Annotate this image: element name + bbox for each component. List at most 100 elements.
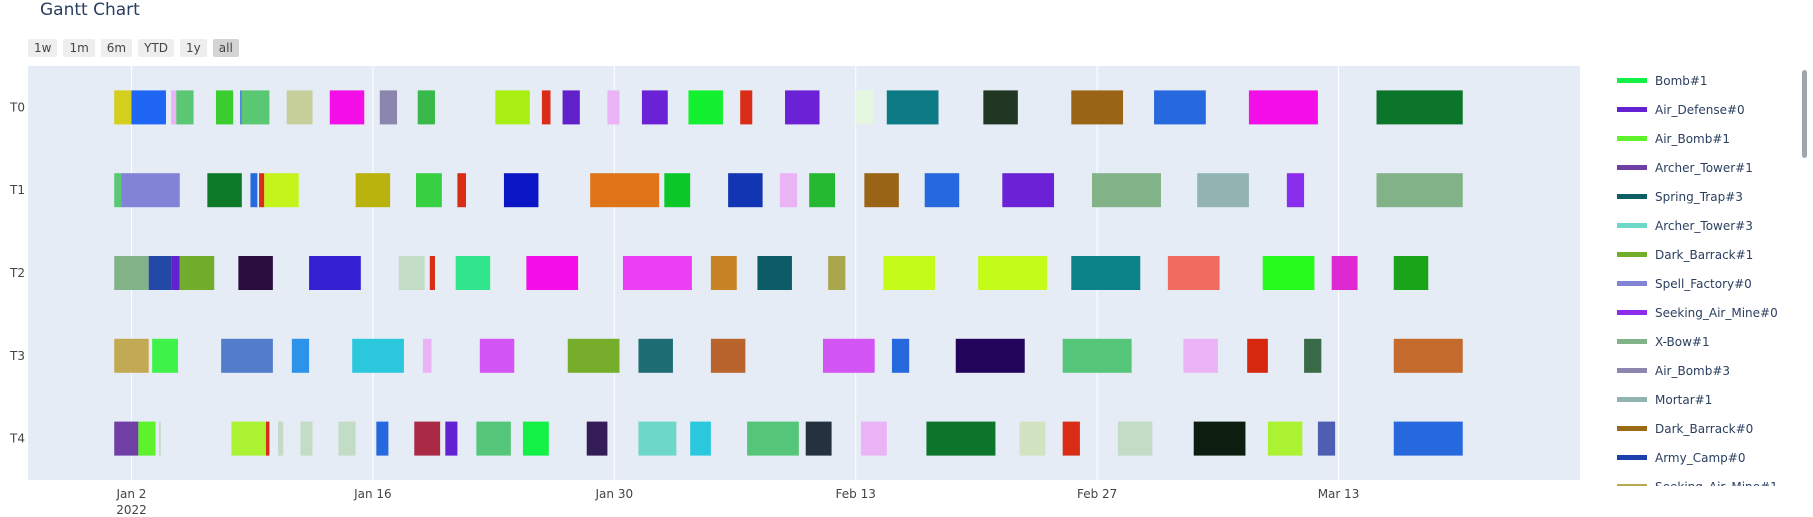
task-bar[interactable] <box>1393 338 1463 373</box>
task-bar[interactable] <box>376 421 389 456</box>
task-bar[interactable] <box>264 173 299 208</box>
task-bar[interactable] <box>416 173 442 208</box>
task-bar[interactable] <box>864 173 899 208</box>
task-bar[interactable] <box>978 256 1048 290</box>
task-bar[interactable] <box>355 173 391 208</box>
task-bar[interactable] <box>1286 173 1305 208</box>
task-bar[interactable] <box>338 421 356 456</box>
legend-item[interactable]: X-Bow#1 <box>1615 327 1805 356</box>
task-bar[interactable] <box>638 338 673 373</box>
task-bar[interactable] <box>171 256 180 290</box>
task-bar[interactable] <box>138 421 156 456</box>
task-bar[interactable] <box>1376 90 1463 125</box>
task-bar[interactable] <box>1117 421 1153 456</box>
task-bar[interactable] <box>1193 421 1246 456</box>
task-bar[interactable] <box>522 421 549 456</box>
task-bar[interactable] <box>422 338 432 373</box>
legend-scrollbar[interactable] <box>1802 70 1807 158</box>
task-bar[interactable] <box>1331 256 1358 290</box>
task-bar[interactable] <box>176 90 194 125</box>
task-bar[interactable] <box>291 338 310 373</box>
task-bar[interactable] <box>1393 256 1429 290</box>
task-bar[interactable] <box>1247 338 1268 373</box>
task-bar[interactable] <box>265 421 270 456</box>
task-bar[interactable] <box>240 90 242 125</box>
task-bar[interactable] <box>886 90 939 125</box>
task-bar[interactable] <box>710 338 746 373</box>
task-bar[interactable] <box>1248 90 1318 125</box>
task-bar[interactable] <box>398 256 425 290</box>
legend-item[interactable]: Archer_Tower#1 <box>1615 153 1805 182</box>
task-bar[interactable] <box>541 90 551 125</box>
legend-item[interactable]: Air_Bomb#3 <box>1615 356 1805 385</box>
task-bar[interactable] <box>622 256 692 290</box>
task-bar[interactable] <box>1304 338 1322 373</box>
task-bar[interactable] <box>688 90 723 125</box>
task-bar[interactable] <box>148 256 172 290</box>
task-bar[interactable] <box>159 421 161 456</box>
legend-item[interactable]: Air_Defense#0 <box>1615 95 1805 124</box>
task-bar[interactable] <box>1002 173 1055 208</box>
task-bar[interactable] <box>757 256 792 290</box>
task-bar[interactable] <box>1091 173 1161 208</box>
legend-item[interactable]: Seeking_Air_Mine#1 <box>1615 472 1805 486</box>
task-bar[interactable] <box>747 421 799 456</box>
task-bar[interactable] <box>855 90 873 125</box>
task-bar[interactable] <box>114 173 122 208</box>
task-bar[interactable] <box>241 90 270 125</box>
task-bar[interactable] <box>231 421 266 456</box>
task-bar[interactable] <box>379 90 398 125</box>
task-bar[interactable] <box>1062 421 1080 456</box>
task-bar[interactable] <box>414 421 441 456</box>
task-bar[interactable] <box>250 173 258 208</box>
task-bar[interactable] <box>1262 256 1315 290</box>
task-bar[interactable] <box>238 256 273 290</box>
task-bar[interactable] <box>785 90 820 125</box>
task-bar[interactable] <box>924 173 960 208</box>
task-bar[interactable] <box>526 256 579 290</box>
task-bar[interactable] <box>207 173 242 208</box>
task-bar[interactable] <box>828 256 846 290</box>
legend-item[interactable]: Spell_Factory#0 <box>1615 269 1805 298</box>
task-bar[interactable] <box>286 90 313 125</box>
task-bar[interactable] <box>638 421 677 456</box>
task-bar[interactable] <box>590 173 660 208</box>
task-bar[interactable] <box>779 173 798 208</box>
task-bar[interactable] <box>586 421 608 456</box>
task-bar[interactable] <box>1154 90 1206 125</box>
task-bar[interactable] <box>641 90 668 125</box>
task-bar[interactable] <box>607 90 620 125</box>
task-bar[interactable] <box>171 90 177 125</box>
task-bar[interactable] <box>1183 338 1218 373</box>
task-bar[interactable] <box>728 173 763 208</box>
legend-item[interactable]: Dark_Barrack#1 <box>1615 240 1805 269</box>
task-bar[interactable] <box>1071 256 1141 290</box>
task-bar[interactable] <box>417 90 435 125</box>
legend-item[interactable]: Army_Camp#0 <box>1615 443 1805 472</box>
legend-item[interactable]: Dark_Barrack#0 <box>1615 414 1805 443</box>
task-bar[interactable] <box>926 421 996 456</box>
task-bar[interactable] <box>259 173 265 208</box>
task-bar[interactable] <box>1071 90 1124 125</box>
task-bar[interactable] <box>114 256 149 290</box>
task-bar[interactable] <box>690 421 711 456</box>
task-bar[interactable] <box>457 173 467 208</box>
task-bar[interactable] <box>1267 421 1303 456</box>
task-bar[interactable] <box>860 421 887 456</box>
task-bar[interactable] <box>479 338 515 373</box>
task-bar[interactable] <box>983 90 1018 125</box>
task-bar[interactable] <box>710 256 737 290</box>
task-bar[interactable] <box>955 338 1025 373</box>
legend-item[interactable]: Mortar#1 <box>1615 385 1805 414</box>
task-bar[interactable] <box>822 338 875 373</box>
task-bar[interactable] <box>562 90 580 125</box>
task-bar[interactable] <box>179 256 215 290</box>
task-bar[interactable] <box>152 338 179 373</box>
task-bar[interactable] <box>352 338 404 373</box>
task-bar[interactable] <box>664 173 691 208</box>
task-bar[interactable] <box>891 338 910 373</box>
task-bar[interactable] <box>740 90 753 125</box>
task-bar[interactable] <box>114 90 132 125</box>
task-bar[interactable] <box>429 256 435 290</box>
legend-item[interactable]: Air_Bomb#1 <box>1615 124 1805 153</box>
